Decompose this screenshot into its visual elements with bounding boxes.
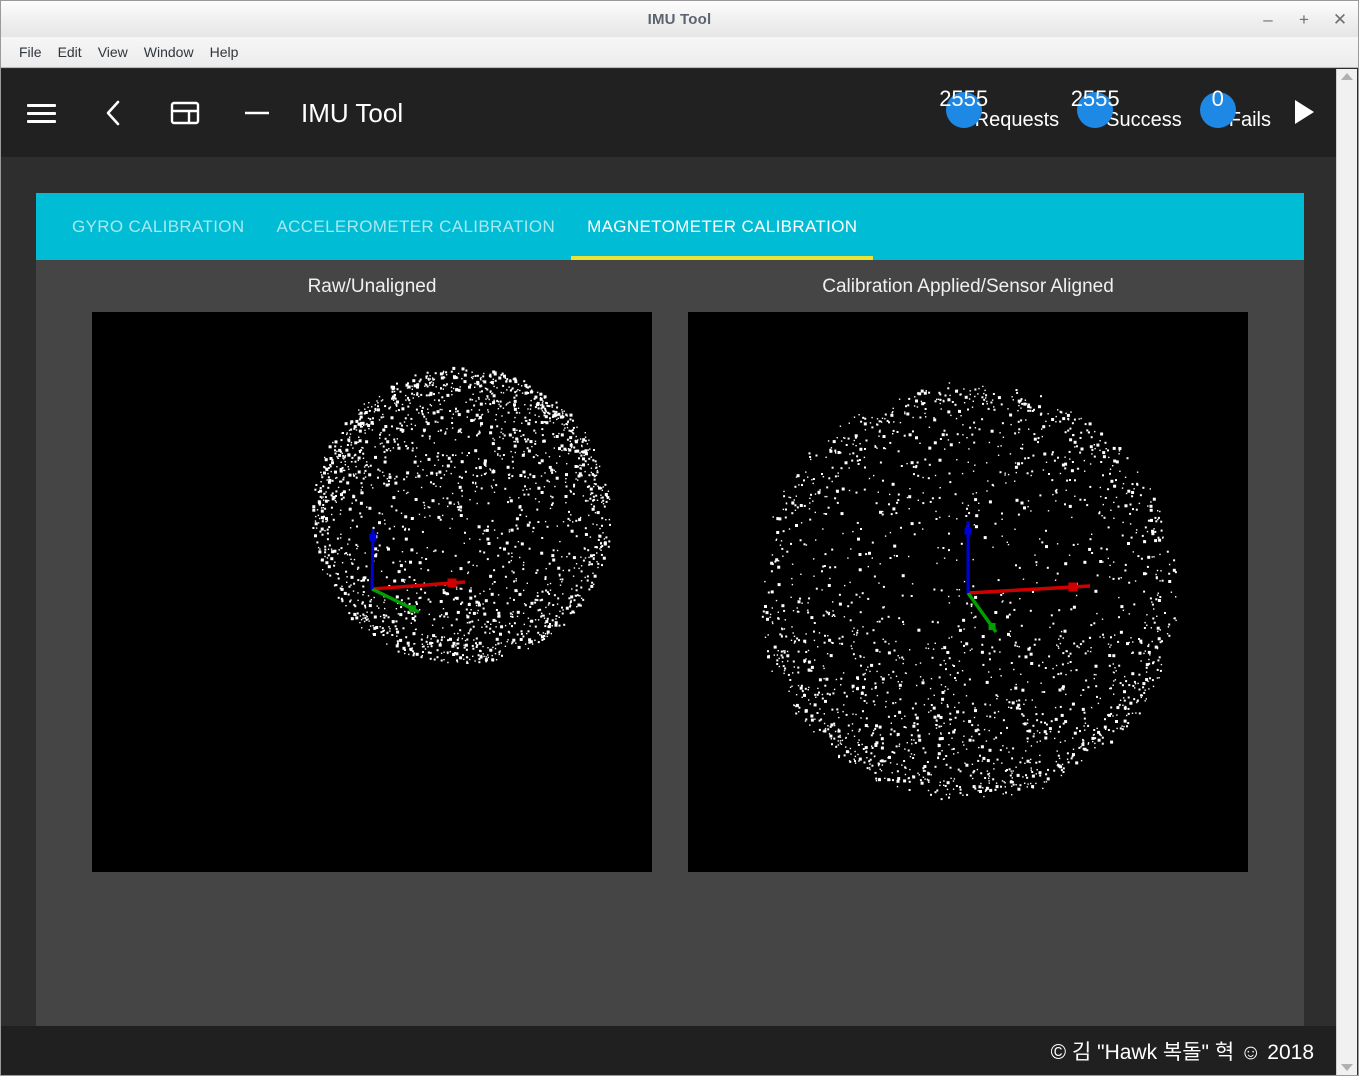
panel-calibrated-aligned: Calibration Applied/Sensor Aligned bbox=[670, 260, 1266, 872]
back-button[interactable] bbox=[91, 91, 135, 135]
tab-gyro-calibration[interactable]: GYRO CALIBRATION bbox=[56, 193, 260, 260]
fails-value: 0 bbox=[1211, 86, 1224, 111]
close-window-button[interactable]: ✕ bbox=[1330, 9, 1350, 29]
panel-layout-icon bbox=[170, 101, 200, 125]
menu-item-edit[interactable]: Edit bbox=[50, 41, 90, 63]
tab-magnetometer-calibration[interactable]: MAGNETOMETER CALIBRATION bbox=[571, 193, 874, 260]
menu-item-window[interactable]: Window bbox=[136, 41, 202, 63]
copyright-text: © 김 "Hawk 복돌" 혁 ☺ 2018 bbox=[1050, 1040, 1314, 1064]
imu-tool-window: IMU Tool – + ✕ File Edit View Window Hel… bbox=[0, 0, 1359, 1076]
calibrated-magnetometer-plot[interactable] bbox=[688, 312, 1248, 872]
window-controls: – + ✕ bbox=[1258, 1, 1350, 37]
hamburger-icon bbox=[26, 99, 56, 128]
requests-value: 2555 bbox=[939, 86, 989, 111]
success-label: Success bbox=[1106, 109, 1182, 131]
play-icon[interactable] bbox=[1295, 100, 1314, 124]
statusbar: © 김 "Hawk 복돌" 혁 ☺ 2018 bbox=[1, 1026, 1336, 1075]
dash-icon bbox=[245, 111, 269, 115]
magnetometer-panels: Raw/Unaligned Calibration Applied/Sensor… bbox=[36, 260, 1304, 872]
tab-accelerometer-calibration[interactable]: ACCELEROMETER CALIBRATION bbox=[260, 193, 571, 260]
app-title: IMU Tool bbox=[301, 97, 404, 128]
requests-label: Requests bbox=[974, 109, 1060, 131]
calibration-tabbar: GYRO CALIBRATION ACCELEROMETER CALIBRATI… bbox=[36, 193, 1304, 260]
panel-raw-unaligned: Raw/Unaligned bbox=[74, 260, 670, 872]
content-area: GYRO CALIBRATION ACCELEROMETER CALIBRATI… bbox=[1, 157, 1336, 1026]
layout-toggle-button[interactable] bbox=[163, 91, 207, 135]
window-titlebar: IMU Tool – + ✕ bbox=[1, 1, 1358, 38]
raw-plot-canvas bbox=[312, 366, 611, 664]
hamburger-menu-button[interactable] bbox=[19, 91, 63, 135]
minimize-panel-button[interactable] bbox=[235, 91, 279, 135]
fails-badge: 0 bbox=[1199, 88, 1236, 128]
calibration-card: GYRO CALIBRATION ACCELEROMETER CALIBRATI… bbox=[36, 193, 1304, 1026]
chevron-left-icon bbox=[106, 100, 120, 126]
panel-calibrated-title: Calibration Applied/Sensor Aligned bbox=[822, 276, 1114, 297]
menu-item-file[interactable]: File bbox=[11, 41, 50, 63]
minimize-window-button[interactable]: – bbox=[1258, 9, 1278, 29]
stat-requests: 2555 Requests bbox=[939, 88, 1060, 134]
scroll-down-arrow-icon[interactable] bbox=[1341, 1064, 1353, 1071]
success-badge: 2555 bbox=[1071, 88, 1120, 128]
window-title: IMU Tool bbox=[647, 10, 712, 28]
stat-success: 2555 Success bbox=[1071, 88, 1182, 134]
calibrated-plot-canvas bbox=[761, 382, 1177, 801]
stat-fails: 0 Fails bbox=[1199, 88, 1271, 134]
panel-raw-title: Raw/Unaligned bbox=[307, 276, 437, 297]
menu-item-help[interactable]: Help bbox=[202, 41, 247, 63]
maximize-window-button[interactable]: + bbox=[1294, 9, 1314, 29]
raw-magnetometer-plot[interactable] bbox=[92, 312, 652, 872]
app-toolbar: IMU Tool 2555 Requests 2555 Success 0 Fa… bbox=[1, 69, 1336, 157]
vertical-scrollbar[interactable] bbox=[1336, 69, 1357, 1075]
menubar: File Edit View Window Help bbox=[1, 37, 1358, 68]
menu-item-view[interactable]: View bbox=[90, 41, 136, 63]
request-stats: 2555 Requests 2555 Success 0 Fails bbox=[939, 88, 1314, 134]
scroll-up-arrow-icon[interactable] bbox=[1341, 73, 1353, 80]
requests-badge: 2555 bbox=[939, 88, 988, 128]
success-value: 2555 bbox=[1070, 86, 1120, 111]
